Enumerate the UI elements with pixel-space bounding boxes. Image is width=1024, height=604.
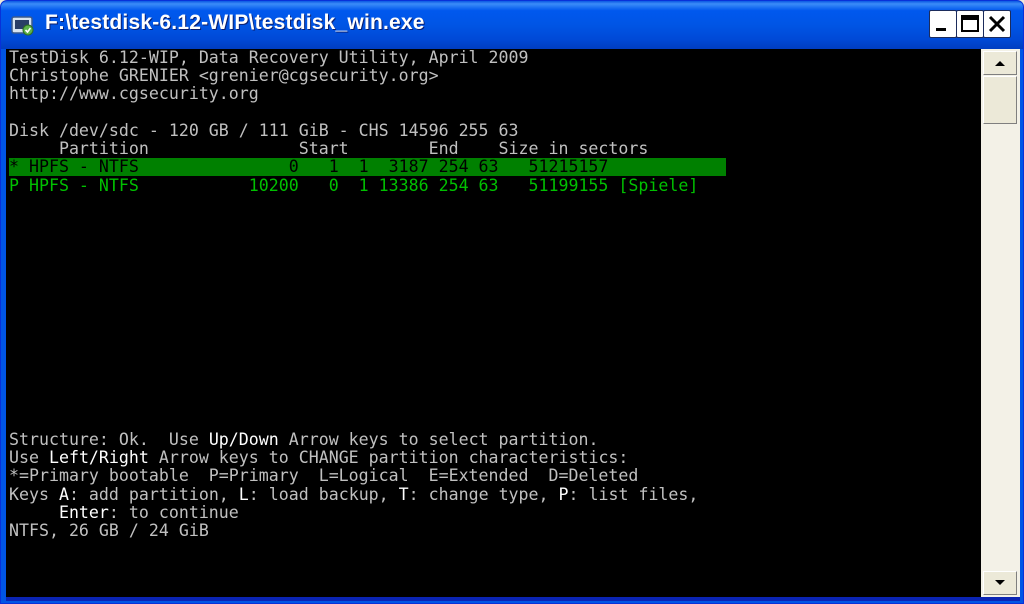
key-hint: Enter — [58, 503, 109, 522]
key-hint: L — [238, 485, 249, 504]
help-text: : to continue — [108, 503, 239, 522]
help-text: Use — [9, 448, 49, 467]
help-line-keys: Keys A: add partition, L: load backup, T… — [9, 486, 698, 504]
help-text: Arrow keys to select partition. — [278, 430, 599, 449]
vertical-scrollbar[interactable] — [981, 49, 1020, 597]
help-text: Structure: Ok. Use — [9, 430, 209, 449]
header-line-3: http://www.cgsecurity.org — [9, 84, 259, 103]
arrow-down-icon — [995, 580, 1005, 585]
help-line-structure: Structure: Ok. Use Up/Down Arrow keys to… — [9, 431, 598, 449]
minimize-button[interactable] — [929, 10, 957, 38]
help-text: : load backup, — [248, 485, 399, 504]
help-text: : change type, — [408, 485, 559, 504]
help-text: : list files, — [568, 485, 699, 504]
close-icon — [988, 15, 1006, 33]
partition-row-selected[interactable]: * HPFS - NTFS 0 1 1 3187 254 63 51215157 — [9, 158, 608, 176]
scroll-up-button[interactable] — [983, 51, 1017, 75]
header-line-2: Christophe GRENIER <grenier@cgsecurity.o… — [9, 66, 439, 85]
help-line-change: Use Left/Right Arrow keys to CHANGE part… — [9, 449, 628, 467]
console-app-icon — [11, 16, 34, 36]
scroll-thumb[interactable] — [983, 76, 1017, 124]
maximize-icon — [961, 15, 979, 32]
key-hint: P — [558, 485, 569, 504]
disk-info-line: Disk /dev/sdc - 120 GB / 111 GiB - CHS 1… — [9, 121, 519, 140]
window-title: F:\testdisk-6.12-WIP\testdisk_win.exe — [45, 11, 425, 34]
arrow-up-icon — [995, 61, 1005, 66]
title-bar[interactable]: F:\testdisk-6.12-WIP\testdisk_win.exe — [1, 1, 1023, 49]
help-text: Keys — [9, 485, 59, 504]
help-text: : add partition, — [68, 485, 239, 504]
scroll-down-button[interactable] — [983, 571, 1017, 595]
maximize-button[interactable] — [956, 10, 984, 38]
selected-partition-info: NTFS, 26 GB / 24 GiB — [9, 521, 209, 540]
close-button[interactable] — [983, 10, 1011, 38]
key-hint: Up/Down — [208, 430, 279, 449]
key-hint: A — [58, 485, 69, 504]
partition-columns-header: Partition Start End Size in sectors — [9, 139, 649, 158]
window-border-right — [1020, 49, 1023, 603]
key-hint: T — [398, 485, 409, 504]
console-window: F:\testdisk-6.12-WIP\testdisk_win.exe Te… — [0, 0, 1024, 604]
header-line-1: TestDisk 6.12-WIP, Data Recovery Utility… — [9, 49, 529, 67]
help-text: Arrow keys to CHANGE partition character… — [148, 448, 629, 467]
partition-row[interactable]: P HPFS - NTFS 10200 0 1 13386 254 63 511… — [9, 177, 698, 195]
help-line-legend: *=Primary bootable P=Primary L=Logical E… — [9, 466, 639, 485]
key-hint: Left/Right — [48, 448, 149, 467]
minimize-icon — [936, 28, 946, 31]
help-line-enter: Enter: to continue — [9, 504, 239, 522]
console-output[interactable]: TestDisk 6.12-WIP, Data Recovery Utility… — [6, 49, 981, 597]
